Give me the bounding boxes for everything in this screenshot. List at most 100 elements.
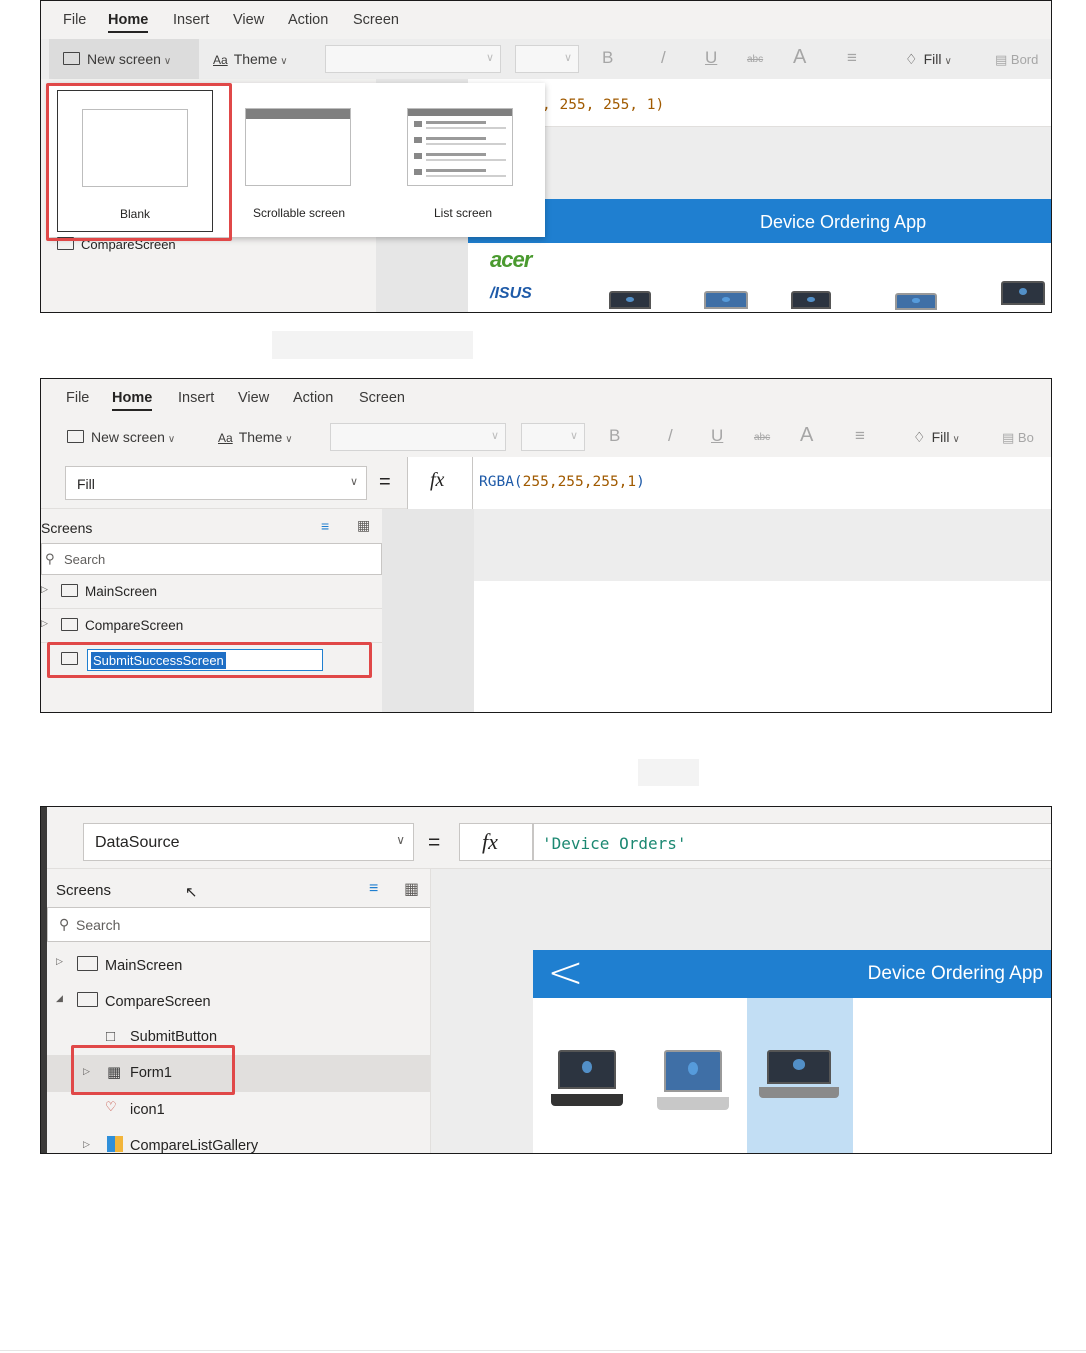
formula-bar[interactable]: , 255, 255, 1) bbox=[468, 79, 1051, 127]
chevron-down-icon: ∨ bbox=[396, 833, 405, 847]
font-family-dropdown[interactable] bbox=[325, 45, 501, 73]
fx-button[interactable]: fx bbox=[459, 823, 533, 861]
tree-item-icon1[interactable]: ♡ icon1 bbox=[47, 1092, 431, 1128]
expand-icon[interactable]: ▷ bbox=[56, 956, 63, 967]
font-size-dropdown[interactable] bbox=[521, 423, 585, 451]
asus-logo: /ISUS bbox=[490, 285, 532, 302]
font-family-dropdown[interactable] bbox=[330, 423, 506, 451]
fill-button[interactable]: ♢ Fill ∨ bbox=[913, 429, 960, 446]
menu-home[interactable]: Home bbox=[108, 12, 149, 33]
menu-home[interactable]: Home bbox=[112, 390, 153, 411]
equals-sign: = bbox=[428, 831, 441, 854]
tree-item-label: CompareScreen bbox=[85, 618, 184, 633]
border-button[interactable]: ▤ Bord bbox=[995, 52, 1038, 68]
tree-item-comparescreen[interactable]: ◢ CompareScreen bbox=[47, 982, 431, 1018]
menu-view[interactable]: View bbox=[233, 12, 264, 28]
align-icon[interactable]: ≡ bbox=[855, 426, 865, 446]
back-arrow-icon[interactable]: < bbox=[547, 950, 584, 996]
template-list[interactable]: List screen bbox=[401, 90, 525, 232]
collapse-icon[interactable]: ◢ bbox=[56, 993, 63, 1004]
border-icon: ▤ bbox=[1002, 430, 1018, 445]
tree-panel: Screens ≡ ▦ ⚲ Search ▷ MainScreen ▷ Comp… bbox=[41, 509, 382, 712]
font-color-button[interactable]: A bbox=[800, 424, 813, 447]
expand-icon[interactable]: ▷ bbox=[41, 618, 48, 629]
laptop-image bbox=[786, 291, 836, 312]
panel-rename-screen: File Home Insert View Action Screen New … bbox=[40, 378, 1052, 713]
screens-title: Screens bbox=[41, 520, 93, 536]
chevron-down-icon: ∨ bbox=[944, 56, 952, 67]
menu-screen[interactable]: Screen bbox=[353, 12, 399, 28]
theme-icon: Aa bbox=[218, 431, 233, 445]
formula-input[interactable]: 'Device Orders' bbox=[533, 823, 1051, 861]
strikethrough-button[interactable]: abc bbox=[747, 54, 763, 65]
menu-action[interactable]: Action bbox=[293, 390, 333, 406]
font-color-button[interactable]: A bbox=[793, 46, 806, 69]
tree-item-comparelistgallery[interactable]: ▷ CompareListGallery bbox=[47, 1128, 431, 1154]
acer-logo: acer bbox=[490, 247, 532, 272]
paint-bucket-icon: ♢ bbox=[913, 429, 926, 445]
thumbnail-view-icon[interactable]: ▦ bbox=[404, 879, 419, 899]
fx-button[interactable]: fx bbox=[407, 457, 473, 509]
chevron-down-icon: ∨ bbox=[167, 434, 176, 445]
underline-button[interactable]: U bbox=[705, 48, 717, 68]
laptop-image bbox=[996, 281, 1050, 312]
laptop-image bbox=[604, 291, 656, 312]
menu-insert[interactable]: Insert bbox=[178, 390, 214, 406]
property-dropdown[interactable]: Fill ∨ bbox=[65, 466, 367, 500]
toolbar: New screen∨ AaTheme∨ B / U abc A ≡ ♢Fill… bbox=[41, 417, 1051, 457]
search-input[interactable]: ⚲ Search bbox=[41, 543, 382, 575]
panel-new-screen-menu: File Home Insert View Action Screen New … bbox=[40, 0, 1052, 313]
blank-screen-canvas bbox=[474, 581, 1051, 712]
menu-insert[interactable]: Insert bbox=[173, 12, 209, 28]
align-icon[interactable]: ≡ bbox=[847, 48, 857, 68]
menu-file[interactable]: File bbox=[63, 12, 86, 28]
laptop-image bbox=[890, 293, 942, 312]
tree-view-icon[interactable]: ≡ bbox=[321, 518, 329, 534]
expand-icon[interactable]: ▷ bbox=[83, 1139, 90, 1150]
mouse-cursor-icon: ↖ bbox=[185, 884, 198, 901]
bold-button[interactable]: B bbox=[602, 48, 613, 68]
formula-input[interactable]: RGBA(255,255,255,1) bbox=[473, 457, 1051, 509]
chevron-down-icon: ∨ bbox=[285, 434, 293, 445]
thumbnail-view-icon[interactable]: ▦ bbox=[357, 517, 370, 534]
tree-item-mainscreen[interactable]: ▷ MainScreen bbox=[41, 575, 382, 609]
formula-text: , 255, 255, 1) bbox=[542, 97, 665, 113]
menu-view[interactable]: View bbox=[238, 390, 269, 406]
italic-button[interactable]: / bbox=[661, 48, 666, 68]
canvas-background bbox=[468, 127, 1051, 199]
icon-control-icon: ♡ bbox=[105, 1099, 117, 1114]
tree-item-mainscreen[interactable]: ▷ MainScreen bbox=[47, 946, 431, 982]
app-title: Device Ordering App bbox=[760, 212, 927, 232]
tree-item-comparescreen[interactable]: ▷ CompareScreen bbox=[41, 609, 382, 643]
font-size-dropdown[interactable] bbox=[515, 45, 579, 73]
underline-button[interactable]: U bbox=[711, 426, 723, 446]
menu-screen[interactable]: Screen bbox=[359, 390, 405, 406]
tree-scroll-area bbox=[382, 509, 474, 712]
laptop-image bbox=[657, 1050, 729, 1110]
theme-button[interactable]: Aa Theme ∨ bbox=[218, 429, 293, 445]
bold-button[interactable]: B bbox=[609, 426, 620, 446]
template-scrollable[interactable]: Scrollable screen bbox=[237, 90, 361, 232]
new-screen-button[interactable]: New screen ∨ bbox=[67, 429, 175, 445]
tree-item-label: CompareListGallery bbox=[130, 1138, 259, 1154]
menu-action[interactable]: Action bbox=[288, 12, 328, 28]
laptop-image bbox=[759, 1050, 839, 1098]
screen-icon bbox=[61, 584, 78, 597]
strikethrough-button[interactable]: abc bbox=[754, 432, 770, 443]
screen-icon bbox=[63, 52, 80, 65]
new-screen-button[interactable]: New screen ∨ bbox=[63, 51, 171, 67]
expand-icon[interactable]: ▷ bbox=[41, 584, 48, 595]
property-value: DataSource bbox=[95, 834, 180, 851]
highlight-box bbox=[47, 642, 372, 678]
search-input[interactable]: ⚲ Search bbox=[47, 907, 431, 942]
property-dropdown[interactable]: DataSource ∨ bbox=[83, 823, 414, 861]
fill-button[interactable]: ♢ Fill ∨ bbox=[905, 51, 952, 68]
blur-artifact bbox=[638, 759, 699, 786]
italic-button[interactable]: / bbox=[668, 426, 673, 446]
theme-button[interactable]: Aa Theme ∨ bbox=[213, 51, 288, 67]
list-thumbnail bbox=[407, 108, 513, 186]
tree-view-icon[interactable]: ≡ bbox=[369, 880, 378, 898]
menu-file[interactable]: File bbox=[66, 390, 89, 406]
tree-item-label: CompareScreen bbox=[105, 994, 211, 1010]
border-button[interactable]: ▤ Bo bbox=[1002, 430, 1034, 446]
